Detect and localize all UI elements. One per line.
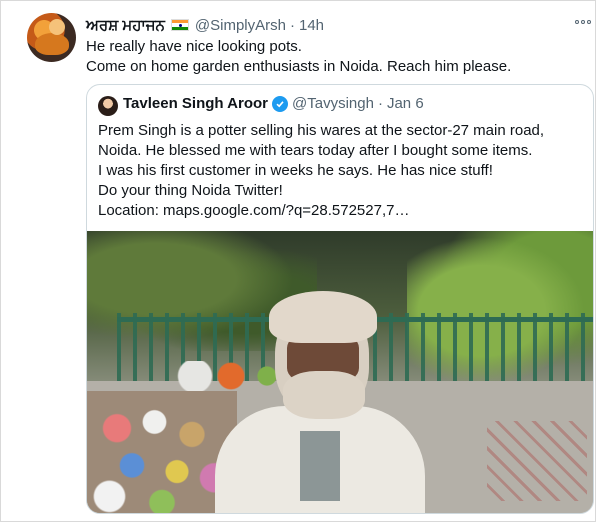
india-flag-icon bbox=[170, 19, 189, 31]
quoted-tweet-text: Prem Singh is a potter selling his wares… bbox=[98, 121, 588, 221]
display-name[interactable]: ਅਰਸ਼ ਮਹਾਜਨ bbox=[86, 17, 165, 34]
separator-dot: · bbox=[377, 95, 383, 112]
tweet-text-line: Come on home garden enthusiasts in Noida… bbox=[86, 58, 512, 75]
quoted-display-name[interactable]: Tavleen Singh Aroor bbox=[123, 95, 268, 112]
quoted-avatar[interactable] bbox=[98, 96, 118, 116]
quoted-text-line: Noida. He blessed me with tears today af… bbox=[98, 142, 533, 159]
verified-badge-icon bbox=[272, 95, 289, 112]
quoted-tweet-header: Tavleen Singh Aroor @Tavysingh · Jan 6 bbox=[123, 95, 424, 112]
tweet-text-line: He really have nice looking pots. bbox=[86, 38, 302, 55]
avatar-highlight bbox=[49, 19, 65, 35]
quoted-location-line: Location: maps.google.com/?q=28.572527,7… bbox=[98, 202, 410, 219]
more-options-icon[interactable] bbox=[575, 20, 591, 24]
quoted-text-line: Do your thing Noida Twitter! bbox=[98, 182, 283, 199]
tweet-photo[interactable] bbox=[87, 231, 593, 513]
quoted-text-line: Prem Singh is a potter selling his wares… bbox=[98, 122, 545, 139]
timestamp[interactable]: 14h bbox=[299, 17, 324, 34]
quoted-timestamp[interactable]: Jan 6 bbox=[387, 95, 424, 112]
quoted-tweet[interactable]: Tavleen Singh Aroor @Tavysingh · Jan 6 P… bbox=[86, 84, 594, 514]
avatar[interactable] bbox=[27, 13, 76, 62]
quoted-user-handle[interactable]: @Tavysingh bbox=[292, 95, 374, 112]
avatar-shape bbox=[35, 33, 69, 55]
quoted-text-line: I was his first customer in weeks he say… bbox=[98, 162, 493, 179]
tweet-header: ਅਰਸ਼ ਮਹਾਜਨ @SimplyArsh · 14h bbox=[86, 15, 324, 35]
user-handle[interactable]: @SimplyArsh bbox=[195, 17, 286, 34]
separator-dot: · bbox=[289, 16, 295, 34]
tweet-text: He really have nice looking pots. Come o… bbox=[86, 37, 586, 77]
tweet-card[interactable]: ਅਰਸ਼ ਮਹਾਜਨ @SimplyArsh · 14h He really h… bbox=[0, 0, 596, 522]
